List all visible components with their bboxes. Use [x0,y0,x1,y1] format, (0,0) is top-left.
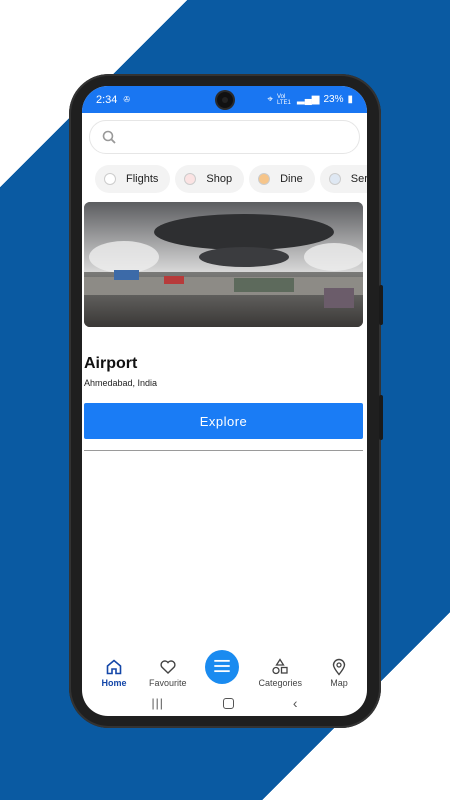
nav-home-label: Home [101,678,127,688]
chip-label: Flights [126,173,159,185]
nav-menu[interactable] [200,650,244,688]
battery-level: 23% [323,94,344,105]
location-icon: ⌖ [267,94,273,105]
chip-flights[interactable]: Flights [95,165,171,193]
categories-icon [272,658,288,675]
service-icon [328,173,341,185]
search-bar[interactable] [89,120,360,154]
system-navigation: ||| ‹ [82,690,367,716]
chip-services[interactable]: Ser [319,165,367,193]
menu-fab[interactable] [204,650,239,684]
power-button [379,395,383,440]
nav-favourite[interactable]: Favourite [146,658,190,688]
notification-icon: ✇ [123,95,131,104]
category-chips: Flights Shop Dine Ser [82,165,367,193]
status-bar: 2:34 ✇ ⌖ Vol LTE1 ▂▄▆ 23% ▮ [82,86,367,113]
phone-screen: 2:34 ✇ ⌖ Vol LTE1 ▂▄▆ 23% ▮ Flights Shop… [82,86,367,716]
content-divider [84,450,363,451]
heart-icon [160,660,176,674]
front-camera [216,92,233,108]
nav-map-label: Map [330,678,348,688]
map-pin-icon [332,658,346,676]
airport-image [84,202,363,327]
shop-icon [184,173,197,185]
plane-icon [104,173,116,185]
search-input[interactable] [124,129,359,145]
chip-label: Shop [206,173,233,185]
signal-icon: ▂▄▆ [297,94,320,105]
status-time: 2:34 [96,93,118,106]
nav-map[interactable]: Map [317,658,361,688]
menu-icon [213,659,230,673]
home-button-icon[interactable] [222,697,234,709]
nav-home[interactable]: Home [92,658,136,688]
search-icon [102,130,116,144]
chip-shop[interactable]: Shop [175,165,245,193]
nav-categories[interactable]: Categories [253,658,307,688]
home-icon [106,659,122,675]
place-location: Ahmedabad, India [84,378,158,388]
explore-button[interactable]: Explore [84,403,363,439]
chip-dine[interactable]: Dine [249,165,315,193]
airport-photo-illustration [84,202,363,327]
nav-favourite-label: Favourite [148,678,187,688]
chip-label: Dine [280,173,303,185]
nav-categories-label: Categories [258,678,303,688]
dine-icon [258,173,271,185]
bottom-navigation: Home Favourite Categories Map [82,642,367,688]
network-label: Vol LTE1 [277,93,291,106]
recents-icon[interactable]: ||| [151,696,163,710]
back-icon[interactable]: ‹ [293,695,298,711]
battery-icon: ▮ [347,94,353,105]
place-title: Airport [84,355,138,372]
chip-label: Ser [350,173,367,185]
volume-button [379,285,383,325]
